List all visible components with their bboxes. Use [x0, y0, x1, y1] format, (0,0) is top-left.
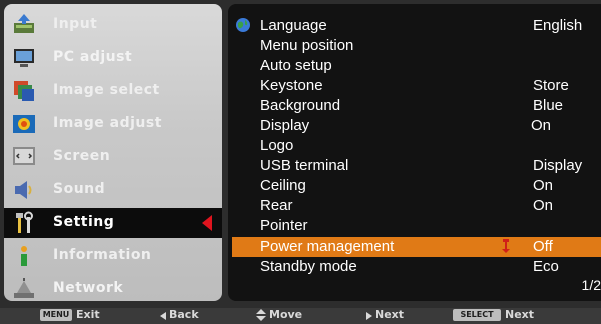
- cursor-icon: [502, 239, 510, 253]
- setting-label: Menu position: [260, 37, 354, 54]
- screen-icon: [13, 147, 35, 165]
- setting-row-power-management[interactable]: Power management Off: [232, 237, 601, 257]
- projector-osd-menu: Input PC adjust Image select Image adjus…: [0, 0, 601, 324]
- setting-value: On: [531, 117, 552, 134]
- setting-value: Off: [533, 238, 553, 255]
- menu-item-pc-adjust[interactable]: PC adjust: [4, 43, 222, 73]
- setting-label: Rear: [260, 197, 293, 214]
- setting-row-keystone[interactable]: Keystone Store: [228, 76, 601, 96]
- menu-item-label: Setting: [53, 214, 115, 230]
- menu-item-input[interactable]: Input: [4, 10, 222, 40]
- setting-value: On: [533, 177, 554, 194]
- setting-row-usb-terminal[interactable]: USB terminal Display: [228, 156, 601, 176]
- menu-item-network[interactable]: Network: [4, 274, 222, 301]
- back-hint: Back: [169, 308, 199, 321]
- page-indicator: 1/2: [581, 277, 601, 293]
- setting-label: Keystone: [260, 77, 323, 94]
- input-icon: [14, 14, 34, 33]
- setting-row-logo[interactable]: Logo: [228, 136, 601, 156]
- sound-icon: [15, 181, 32, 199]
- move-hint: Move: [269, 308, 303, 321]
- setting-icon: [16, 211, 33, 233]
- setting-value: Eco: [533, 258, 559, 275]
- network-icon: [14, 278, 34, 298]
- menu-item-label: PC adjust: [53, 49, 133, 65]
- setting-label: Background: [260, 97, 341, 114]
- main-menu: Input PC adjust Image select Image adjus…: [4, 4, 222, 301]
- setting-row-ceiling[interactable]: Ceiling On: [228, 176, 601, 196]
- menu-item-sound[interactable]: Sound: [4, 175, 222, 205]
- menu-item-label: Network: [53, 280, 124, 296]
- information-icon: [21, 246, 27, 266]
- setting-value: Blue: [533, 97, 564, 114]
- up-down-arrow-icon: [256, 309, 266, 321]
- setting-label: Pointer: [260, 217, 308, 234]
- menu-item-image-select[interactable]: Image select: [4, 76, 222, 106]
- setting-label: Display: [260, 117, 310, 134]
- setting-value: Store: [533, 77, 569, 94]
- menu-item-label: Input: [53, 16, 98, 32]
- setting-label: Auto setup: [260, 57, 332, 74]
- setting-value: On: [533, 197, 554, 214]
- pc-adjust-icon: [14, 49, 34, 67]
- setting-value: Display: [533, 157, 583, 174]
- menu-item-screen[interactable]: Screen: [4, 142, 222, 172]
- setting-row-pointer[interactable]: Pointer: [228, 216, 601, 236]
- setting-label: Language: [260, 17, 327, 34]
- menu-item-label: Image select: [53, 82, 160, 98]
- menu-item-label: Screen: [53, 148, 111, 164]
- active-arrow-icon: [202, 215, 212, 231]
- setting-row-standby-mode[interactable]: Standby mode Eco: [228, 257, 601, 277]
- image-adjust-icon: [13, 115, 35, 133]
- setting-row-background[interactable]: Background Blue: [228, 96, 601, 116]
- setting-label: Ceiling: [260, 177, 306, 194]
- menu-item-setting[interactable]: Setting: [4, 208, 222, 238]
- setting-submenu: Language English Menu position Auto setu…: [228, 4, 601, 301]
- setting-label: Power management: [260, 238, 395, 255]
- setting-row-display[interactable]: Display On: [228, 116, 601, 136]
- setting-label: Logo: [260, 137, 294, 154]
- menu-item-label: Image adjust: [53, 115, 162, 131]
- menu-item-information[interactable]: Information: [4, 241, 222, 271]
- globe-icon: [236, 18, 250, 32]
- image-select-icon: [14, 81, 34, 101]
- menu-item-label: Sound: [53, 181, 106, 197]
- next-hint: Next: [375, 308, 405, 321]
- left-arrow-icon: [160, 312, 166, 320]
- menu-key-badge: MENU: [40, 309, 72, 321]
- setting-label: USB terminal: [260, 157, 349, 174]
- setting-row-rear[interactable]: Rear On: [228, 196, 601, 216]
- select-key-badge: SELECT: [453, 309, 501, 321]
- footer-help-bar: MENU Exit Back Move Next SELECT Next: [0, 308, 601, 324]
- setting-row-auto-setup[interactable]: Auto setup: [228, 56, 601, 76]
- menu-item-label: Information: [53, 247, 152, 263]
- setting-row-menu-position[interactable]: Menu position: [228, 36, 601, 56]
- right-arrow-icon: [366, 312, 372, 320]
- setting-value: English: [533, 17, 583, 34]
- setting-row-language[interactable]: Language English: [228, 16, 601, 36]
- exit-hint: Exit: [76, 308, 100, 321]
- select-next-hint: Next: [505, 308, 535, 321]
- menu-item-image-adjust[interactable]: Image adjust: [4, 109, 222, 139]
- setting-label: Standby mode: [260, 258, 357, 275]
